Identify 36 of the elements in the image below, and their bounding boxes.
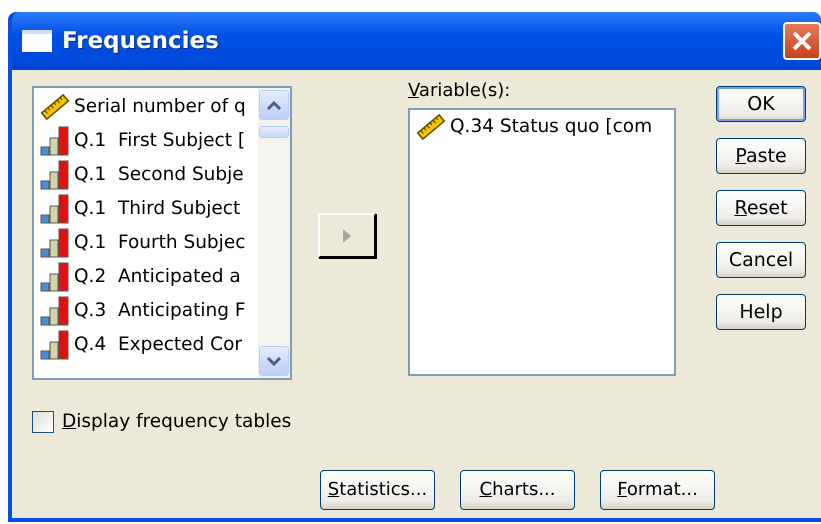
dialog-button[interactable]: OK — [716, 86, 806, 122]
bar-chart-icon — [40, 160, 70, 190]
list-item[interactable]: Q.1 Fourth Subjec — [34, 226, 258, 260]
dialog-button[interactable]: Charts... — [460, 470, 575, 510]
scroll-down-button[interactable] — [259, 346, 289, 376]
list-item[interactable]: Q.34 Status quo [com — [410, 110, 674, 144]
variables-label: Variable(s): — [408, 80, 512, 102]
checkbox[interactable] — [32, 410, 54, 433]
close-icon — [791, 30, 813, 52]
list-item[interactable]: Q.1 Third Subject — [34, 192, 258, 226]
scrollbar[interactable] — [258, 88, 290, 378]
bar-chart-icon — [40, 262, 70, 292]
dialog-button[interactable]: Reset — [716, 190, 806, 226]
list-item[interactable]: Serial number of q — [34, 90, 258, 124]
list-item[interactable]: Q.1 First Subject [ — [34, 124, 258, 158]
window-icon — [22, 30, 52, 52]
scroll-up-button[interactable] — [259, 90, 289, 120]
dialog-button[interactable]: Format... — [600, 470, 715, 510]
list-item[interactable]: Q.1 Second Subje — [34, 158, 258, 192]
right-arrow-icon — [342, 228, 352, 244]
dialog-button[interactable]: Help — [716, 294, 806, 330]
bar-chart-icon — [40, 194, 70, 224]
dialog-button[interactable]: Paste — [716, 138, 806, 174]
dialog-button[interactable]: Cancel — [716, 242, 806, 278]
dialog-button[interactable]: Statistics... — [320, 470, 435, 510]
window-title: Frequencies — [62, 26, 219, 56]
bar-chart-icon — [40, 228, 70, 258]
bar-chart-icon — [40, 126, 70, 156]
scroll-thumb[interactable] — [259, 126, 289, 138]
bar-chart-icon — [40, 296, 70, 326]
checkbox-label[interactable]: Display frequency tables — [62, 408, 292, 436]
list-item[interactable]: Q.3 Anticipating F — [34, 294, 258, 328]
list-item[interactable]: Q.4 Expected Cor — [34, 328, 258, 362]
bar-chart-icon — [40, 330, 70, 360]
list-item[interactable]: Q.2 Anticipated a — [34, 260, 258, 294]
close-button[interactable] — [783, 22, 821, 60]
